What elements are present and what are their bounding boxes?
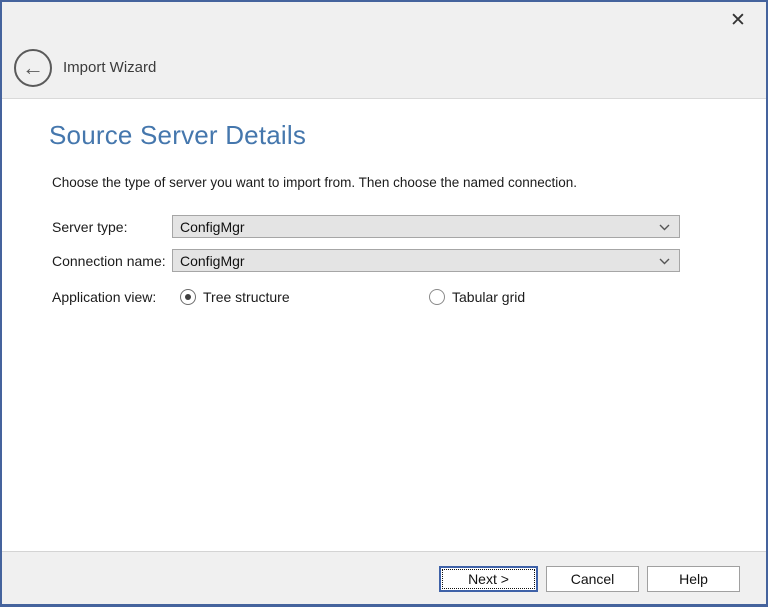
connection-name-value: ConfigMgr <box>180 253 245 269</box>
chevron-down-icon <box>659 258 670 265</box>
page-description: Choose the type of server you want to im… <box>52 175 766 190</box>
radio-dot-icon <box>185 294 191 300</box>
title-bar: ✕ <box>2 2 766 37</box>
connection-name-label: Connection name: <box>52 253 172 269</box>
radio-label: Tabular grid <box>452 289 525 305</box>
server-type-label: Server type: <box>52 219 172 235</box>
page-title: Source Server Details <box>49 120 766 151</box>
import-wizard-dialog: ✕ ← Import Wizard Source Server Details … <box>0 0 768 607</box>
server-type-row: Server type: ConfigMgr <box>52 215 766 238</box>
cancel-button[interactable]: Cancel <box>546 566 639 592</box>
server-type-dropdown[interactable]: ConfigMgr <box>172 215 680 238</box>
radio-option-tabular-grid[interactable]: Tabular grid <box>429 289 525 305</box>
connection-name-row: Connection name: ConfigMgr <box>52 249 766 272</box>
radio-option-tree-structure[interactable]: Tree structure <box>180 289 429 305</box>
back-button[interactable]: ← <box>14 49 52 87</box>
wizard-title: Import Wizard <box>63 59 156 76</box>
application-view-row: Application view: Tree structure Tabular… <box>52 289 766 305</box>
button-bar: Next > Cancel Help <box>2 551 766 604</box>
connection-name-dropdown[interactable]: ConfigMgr <box>172 249 680 272</box>
close-icon[interactable]: ✕ <box>722 6 754 34</box>
next-button[interactable]: Next > <box>439 566 538 592</box>
radio-button-icon[interactable] <box>429 289 445 305</box>
wizard-header: ← Import Wizard <box>2 37 766 99</box>
radio-button-icon[interactable] <box>180 289 196 305</box>
wizard-page: Source Server Details Choose the type of… <box>2 99 766 551</box>
form: Server type: ConfigMgr Connection name: … <box>52 215 766 305</box>
help-button[interactable]: Help <box>647 566 740 592</box>
back-arrow-icon: ← <box>22 57 44 79</box>
chevron-down-icon <box>659 224 670 231</box>
application-view-label: Application view: <box>52 289 172 305</box>
application-view-options: Tree structure Tabular grid <box>172 289 525 305</box>
radio-label: Tree structure <box>203 289 290 305</box>
server-type-value: ConfigMgr <box>180 219 245 235</box>
